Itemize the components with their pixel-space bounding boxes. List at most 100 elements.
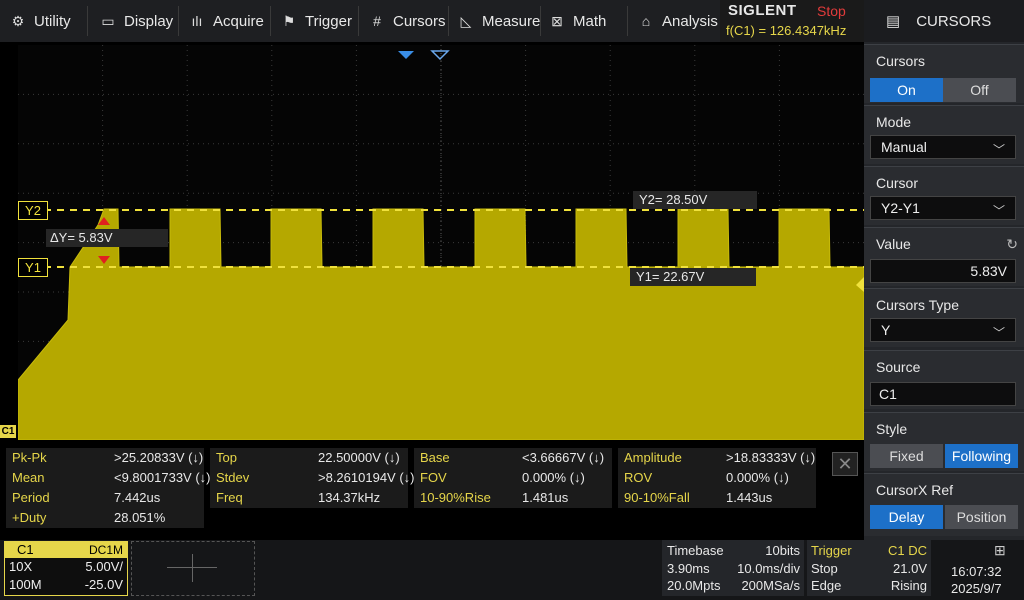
measurement-value: >8.2610194V (↓) xyxy=(318,470,415,485)
refresh-icon[interactable]: ↻ xyxy=(1006,236,1018,253)
channel-probe: 10X xyxy=(9,559,33,574)
mode-select[interactable]: Manual ﹀ xyxy=(870,135,1016,159)
y1-tag[interactable]: Y1 xyxy=(18,258,48,277)
measurement-label: Pk-Pk xyxy=(12,450,47,465)
y2-readout: Y2= 28.50V xyxy=(633,191,757,209)
source-section: Source C1 xyxy=(864,350,1024,409)
trigger-box[interactable]: Trigger C1 DC Stop 21.0V Edge Rising xyxy=(807,540,931,596)
measurement-value: 28.051% xyxy=(114,510,166,525)
document-icon: ▤ xyxy=(886,13,901,30)
cursors-section: Cursors On Off xyxy=(864,44,1024,103)
status-box: SIGLENT Stop f(C1) = 126.4347kHz xyxy=(720,0,864,42)
math-icon: ⊠ xyxy=(551,13,563,29)
mode-section: Mode Manual ﹀ xyxy=(864,105,1024,164)
channel-bandwidth: 100M xyxy=(9,577,42,592)
y1-readout: Y1= 22.67V xyxy=(630,268,756,286)
menu-trigger[interactable]: ⚑ Trigger xyxy=(281,0,352,42)
style-fixed-button[interactable]: Fixed xyxy=(870,444,943,468)
channel-offset-marker[interactable]: C1 xyxy=(0,425,16,438)
measurement-label: Freq xyxy=(216,490,243,505)
measure-icon: ◺ xyxy=(460,13,472,29)
clock-time: 16:07:32 xyxy=(951,564,1002,579)
top-menu-bar: ⚙ Utility ▭ Display ılı Acquire ⚑ Trigger # C… xyxy=(0,0,720,42)
analysis-icon: ⌂ xyxy=(641,13,651,29)
style-section: Style Fixed Following xyxy=(864,412,1024,471)
menu-utility[interactable]: ⚙ Utility xyxy=(10,0,71,42)
cursors-type-select[interactable]: Y ﹀ xyxy=(870,318,1016,342)
channel-scale: 5.00V/ xyxy=(85,559,123,574)
measurement-label: 10-90%Rise xyxy=(420,490,491,505)
measurement-value: >25.20833V (↓) xyxy=(114,450,204,465)
timebase-marker-icon xyxy=(430,50,450,61)
trigger-position-marker-icon xyxy=(398,51,414,59)
cursors-icon: # xyxy=(373,13,381,29)
value-field[interactable]: 5.83V xyxy=(870,259,1016,283)
sample-rate: 200MSa/s xyxy=(741,578,800,593)
display-icon: ▭ xyxy=(101,13,115,29)
measurement-value: <9.8001733V (↓) xyxy=(114,470,211,485)
menu-acquire[interactable]: ılı Acquire xyxy=(189,0,264,42)
measurement-value: 7.442us xyxy=(114,490,161,505)
channel-offset: -25.0V xyxy=(84,577,123,592)
timebase-scale: 10.0ms/div xyxy=(737,561,800,576)
measurement-label: Mean xyxy=(12,470,45,485)
panel-title: CURSORS xyxy=(916,12,992,30)
measurement-label: Base xyxy=(420,450,450,465)
style-following-button[interactable]: Following xyxy=(945,444,1018,468)
menu-measure[interactable]: ◺ Measure xyxy=(458,0,541,42)
chevron-down-icon: ﹀ xyxy=(992,326,1005,340)
clock-date: 2025/9/7 xyxy=(951,581,1002,596)
menu-cursors[interactable]: # Cursors xyxy=(369,0,445,42)
add-channel-slot[interactable] xyxy=(131,541,255,596)
channel1-box[interactable]: C1 DC1M 10X 5.00V/ 100M -25.0V xyxy=(4,541,128,596)
timebase-box[interactable]: Timebase 10bits 3.90ms 10.0ms/div 20.0Mp… xyxy=(662,540,804,596)
measurement-label: +Duty xyxy=(12,510,47,525)
trigger-slope: Rising xyxy=(890,578,927,593)
cursor-frequency-readout: f(C1) = 126.4347kHz xyxy=(726,23,847,38)
run-state[interactable]: Stop xyxy=(817,3,846,19)
cursor-select[interactable]: Y2-Y1 ﹀ xyxy=(870,196,1016,220)
measurement-label: ROV xyxy=(624,470,653,485)
menu-analysis[interactable]: ⌂ Analysis xyxy=(638,0,718,42)
cursors-on-button[interactable]: On xyxy=(870,78,943,102)
measurement-value: 0.000% (↓) xyxy=(726,470,789,485)
chevron-down-icon: ﹀ xyxy=(992,143,1005,157)
memory-depth: 20.0Mpts xyxy=(667,578,721,593)
cursors-panel: ▤ CURSORS Cursors On Off Mode Manual ﹀ Cu… xyxy=(864,0,1024,540)
trigger-type: Edge xyxy=(811,578,842,593)
source-field[interactable]: C1 xyxy=(870,382,1016,406)
measurement-label: Amplitude xyxy=(624,450,682,465)
y2-tag[interactable]: Y2 xyxy=(18,201,48,220)
cursor-section: Cursor Y2-Y1 ﹀ xyxy=(864,166,1024,225)
measurement-value: 134.37kHz xyxy=(318,490,381,505)
measurement-table: Pk-Pk >25.20833V (↓) Top 22.50000V (↓) Base <… xyxy=(6,448,826,530)
menu-math[interactable]: ⊠ Math xyxy=(549,0,606,42)
measurement-label: FOV xyxy=(420,470,447,485)
panel-header: ▤ CURSORS xyxy=(864,0,1024,42)
measurement-value: >18.83333V (↓) xyxy=(726,450,816,465)
cursors-off-button[interactable]: Off xyxy=(943,78,1016,102)
timebase-delay: 3.90ms xyxy=(667,561,710,576)
clock-area[interactable]: ⊞ 16:07:32 2025/9/7 xyxy=(935,540,1020,596)
menu-display[interactable]: ▭ Display xyxy=(100,0,173,42)
cursorx-ref-section: CursorX Ref Delay Position xyxy=(864,473,1024,536)
utility-icon: ⚙ xyxy=(11,13,25,29)
cursors-type-section: Cursors Type Y ﹀ xyxy=(864,288,1024,347)
measurement-value: 1.443us xyxy=(726,490,773,505)
trigger-mode: Stop xyxy=(811,561,838,576)
cursorx-delay-button[interactable]: Delay xyxy=(870,505,943,529)
measurement-label: Period xyxy=(12,490,50,505)
brand-logo: SIGLENT xyxy=(728,2,797,19)
trigger-level: 21.0V xyxy=(893,561,927,576)
measurement-label: Top xyxy=(216,450,237,465)
measurement-value: 22.50000V (↓) xyxy=(318,450,400,465)
delta-y-readout: ΔY= 5.83V xyxy=(46,229,168,247)
measurement-value: 1.481us xyxy=(522,490,569,505)
chevron-down-icon: ﹀ xyxy=(992,204,1005,218)
cursorx-position-button[interactable]: Position xyxy=(945,505,1018,529)
channel-name: C1 xyxy=(17,542,34,557)
acquire-icon: ılı xyxy=(191,13,203,29)
channel-coupling: DC1M xyxy=(88,543,123,557)
close-measurements-icon[interactable]: ✕ xyxy=(832,452,858,476)
value-section: Value ↻ 5.83V xyxy=(864,227,1024,286)
